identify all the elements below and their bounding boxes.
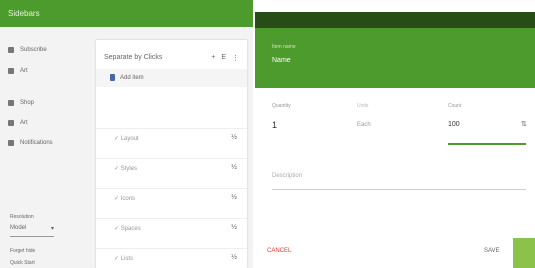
selected-row[interactable]: Add item	[96, 69, 247, 87]
sidebar-item-label: Art	[20, 120, 28, 126]
sidebar-item-shop[interactable]: Shop	[8, 98, 34, 108]
list-item-label: ✓ Spaces	[114, 226, 141, 232]
cancel-button[interactable]: CANCEL	[267, 248, 291, 254]
more-icon[interactable]: ⋮	[232, 54, 239, 62]
unit-label: Units	[357, 103, 369, 109]
sidebar-item-label: Shop	[20, 100, 35, 106]
list-item[interactable]: ✓ Lists ½	[96, 248, 247, 268]
sidebar-item-label: Subscribe	[20, 47, 47, 53]
quantity-label: Quantity	[272, 103, 291, 109]
dialog-top-strip	[255, 12, 535, 28]
description-underline	[272, 189, 526, 190]
resolution-select[interactable]: Resolution Model ▾	[10, 214, 54, 237]
count-input[interactable]: 100	[448, 121, 460, 128]
save-fab-button[interactable]	[513, 238, 535, 268]
list-item-label: ✓ Lists	[114, 256, 134, 262]
subscribe-icon	[8, 47, 14, 53]
sidebar-item-label: Notifications	[20, 140, 53, 146]
item-icon	[110, 74, 115, 81]
footer-link-hide[interactable]: Forget hide	[10, 248, 35, 254]
title-label: Item name	[272, 44, 296, 50]
list-item[interactable]: ✓ Styles ½	[96, 158, 247, 179]
selected-row-label: Add item	[120, 75, 144, 81]
count-label: Count	[448, 103, 462, 109]
list-item-label: ✓ Styles	[114, 166, 138, 172]
sidebar-item-subscribe[interactable]: Subscribe	[8, 45, 47, 55]
list-item[interactable]: ✓ Icons ½	[96, 188, 247, 209]
sidebar-item-label: Art	[20, 68, 28, 74]
footer-link-start[interactable]: Quick Start	[10, 260, 35, 266]
dialog-header: Item name Name	[255, 28, 535, 88]
dialog-body: Quantity 1 Each Units Count 100 ⇅ Descri…	[255, 88, 535, 268]
shop-icon	[8, 100, 14, 106]
add-icon[interactable]: +	[211, 54, 215, 62]
app-bar: Sidebars	[0, 0, 253, 27]
sidebar-item-notifications[interactable]: Notifications	[8, 138, 53, 148]
list-item[interactable]: ✓ Spaces ½	[96, 218, 247, 239]
item-card: Separate by Clicks + E ⋮ Add item ✓ Layo…	[96, 40, 247, 268]
count-underline	[448, 143, 526, 145]
list-item-label: ✓ Layout	[114, 136, 139, 142]
description-input[interactable]: Description	[272, 173, 302, 179]
app-title: Sidebars	[8, 9, 40, 18]
edit-icon[interactable]: E	[221, 54, 226, 62]
list-item-label: ✓ Icons	[114, 196, 136, 202]
list-item-value: ½	[231, 224, 237, 231]
card-actions: + E ⋮	[211, 54, 239, 62]
card-title: Separate by Clicks	[104, 54, 163, 61]
list-item-value: ½	[231, 254, 237, 261]
art-icon	[8, 120, 14, 126]
select-value: Model	[10, 225, 27, 231]
sidebar-item-art-2[interactable]: Art	[8, 118, 28, 128]
select-label: Resolution	[10, 214, 34, 220]
list-item-value: ½	[231, 134, 237, 141]
unit-value[interactable]: Each	[357, 122, 371, 128]
list-item-value: ½	[231, 164, 237, 171]
chevron-down-icon: ▾	[50, 226, 54, 232]
edit-item-dialog: Item name Name Quantity 1 Each Units Cou…	[255, 0, 535, 268]
list-item-value: ½	[231, 194, 237, 201]
art-icon	[8, 68, 14, 74]
sidebar-item-art[interactable]: Art	[8, 66, 28, 76]
list-item[interactable]: ✓ Layout ½	[96, 128, 247, 149]
left-app: Sidebars Subscribe Art Shop Art Notifica…	[0, 0, 253, 268]
stepper-icon[interactable]: ⇅	[521, 120, 527, 128]
bell-icon	[8, 140, 14, 146]
quantity-input[interactable]: 1	[272, 120, 277, 130]
title-input[interactable]: Name	[272, 57, 291, 64]
save-button[interactable]: SAVE	[484, 248, 500, 254]
